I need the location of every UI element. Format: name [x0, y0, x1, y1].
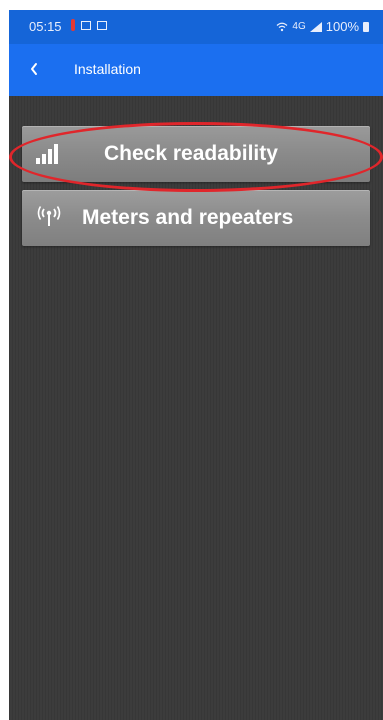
notification-icon — [71, 19, 75, 31]
back-button[interactable] — [21, 56, 47, 82]
image-icon — [81, 20, 91, 30]
app-bar: Installation — [9, 44, 383, 96]
status-right: 4G 100% — [276, 19, 369, 34]
page-title: Installation — [74, 61, 141, 77]
check-readability-label: Check readability — [104, 142, 278, 165]
calendar-icon — [97, 20, 107, 30]
notification-icons — [71, 19, 107, 31]
cell-signal-icon — [309, 21, 322, 32]
battery-percent: 100% — [325, 19, 359, 34]
wifi-icon — [276, 22, 288, 31]
signal-bars-icon — [36, 144, 62, 164]
meters-and-repeaters-label: Meters and repeaters — [82, 206, 294, 229]
status-bar: 05:15 4G 100% — [9, 10, 383, 44]
phone-screen: 05:15 4G 100% Installation Check readabi… — [9, 10, 383, 720]
meters-and-repeaters-button[interactable]: Meters and repeaters — [22, 190, 370, 246]
antenna-icon — [37, 206, 61, 226]
menu-content: Check readability Meters and repeaters — [9, 96, 383, 720]
battery-icon — [363, 21, 369, 32]
status-time: 05:15 — [29, 19, 62, 34]
network-type: 4G — [292, 21, 306, 32]
check-readability-button[interactable]: Check readability — [22, 126, 370, 182]
chevron-left-icon — [31, 63, 37, 75]
